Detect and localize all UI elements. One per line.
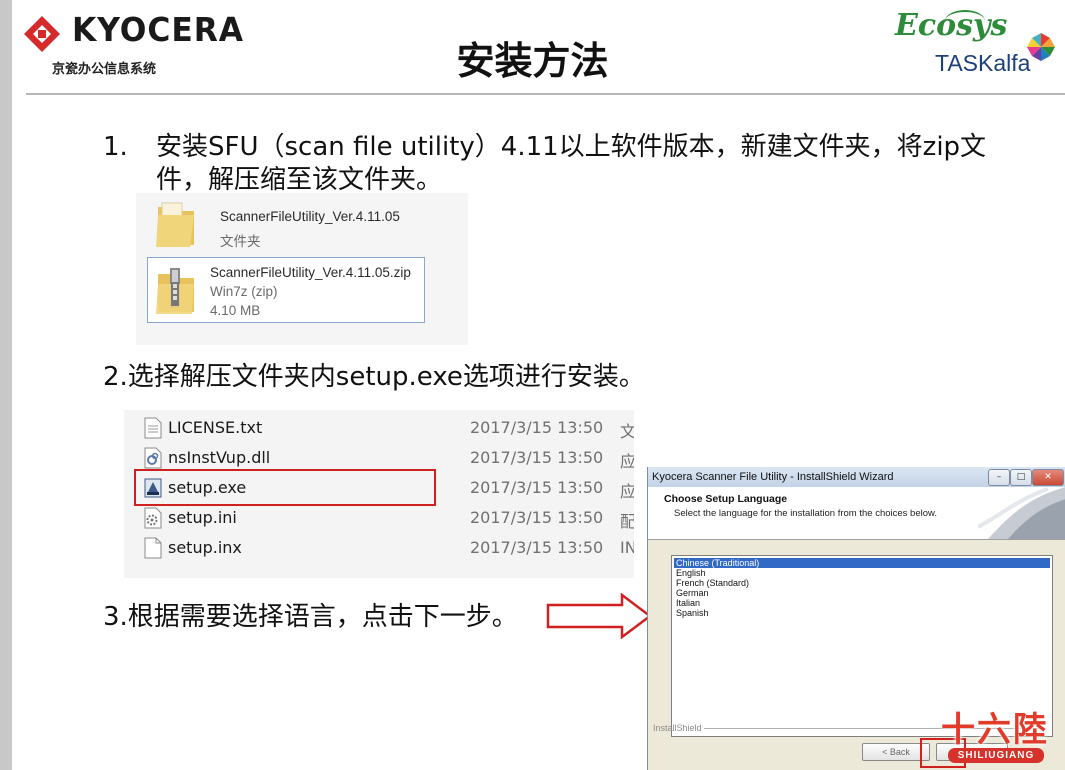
step1-text-line1: 安装SFU（scan file utility）4.11以上软件版本，新建文件夹… [156,132,987,162]
file-name: setup.inx [168,538,242,557]
minimize-icon[interactable]: – [988,469,1010,486]
settings-file-icon [144,507,162,529]
watermark-subtext: SHILIUGIANG [948,748,1044,763]
close-icon[interactable]: ✕ [1032,469,1064,486]
taskalfa-logo: TASKalfa [935,50,1031,76]
maximize-icon[interactable]: □ [1010,469,1032,486]
language-option[interactable]: Italian [674,598,1050,608]
file-type: IN [620,538,634,557]
file-name: nsInstVup.dll [168,448,271,467]
file-row[interactable]: nsInstVup.dll 2017/3/15 13:50 应 [124,442,634,472]
language-option[interactable]: German [674,588,1050,598]
file-row[interactable]: setup.inx 2017/3/15 13:50 IN [124,532,634,562]
zip-file-item[interactable]: ScannerFileUtility_Ver.4.11.05.zip Win7z… [147,257,425,323]
step1-number: 1. [103,132,128,162]
step2-text: 2.选择解压文件夹内setup.exe选项进行安装。 [103,362,645,392]
zip-archive-icon [156,268,194,314]
setup-exe-highlight [134,469,436,506]
file-type: 配 [620,512,634,531]
folder-name: ScannerFileUtility_Ver.4.11.05 [220,209,400,224]
explorer-folder-view: ScannerFileUtility_Ver.4.11.05 文件夹 Scann… [136,193,468,345]
file-date: 2017/3/15 13:50 [470,478,604,497]
file-row[interactable]: setup.ini 2017/3/15 13:50 配 [124,502,634,532]
dialog-title: Kyocera Scanner File Utility - InstallSh… [652,471,894,483]
dll-file-icon [144,447,162,469]
step3-text: 3.根据需要选择语言，点击下一步。 [103,602,518,632]
language-option[interactable]: English [674,568,1050,578]
folder-icon [156,202,194,247]
dialog-subheading: Select the language for the installation… [674,508,937,519]
language-option[interactable]: French (Standard) [674,578,1050,588]
zip-file-type: Win7z (zip) [210,284,278,299]
file-type: 应 [620,452,634,471]
dialog-header-panel: Choose Setup Language Select the languag… [648,487,1065,540]
wizard-graphic-icon [978,487,1065,539]
taskalfa-pinwheel-icon [1027,33,1055,61]
zip-file-size: 4.10 MB [210,303,261,318]
installshield-label: InstallShield [653,723,702,733]
dialog-heading: Choose Setup Language [664,493,788,505]
text-file-icon [144,417,162,439]
file-name: setup.ini [168,508,237,527]
zip-file-name: ScannerFileUtility_Ver.4.11.05.zip [210,265,411,280]
folder-type: 文件夹 [220,234,261,249]
ecosys-arc-icon [945,10,985,32]
file-type: 文 [620,422,634,441]
folder-item[interactable]: ScannerFileUtility_Ver.4.11.05 文件夹 [146,197,426,255]
watermark-text: 十六陸 [941,710,1049,750]
header-divider [26,93,1065,95]
right-arrow-icon [546,593,652,639]
file-date: 2017/3/15 13:50 [470,448,604,467]
file-row[interactable]: LICENSE.txt 2017/3/15 13:50 文 [124,412,634,442]
file-name: LICENSE.txt [168,418,263,437]
watermark: 十六陸 SHILIUGIANG [930,700,1060,768]
file-date: 2017/3/15 13:50 [470,418,604,437]
language-option[interactable]: Chinese (Traditional) [674,558,1050,568]
blank-file-icon [144,537,162,559]
file-date: 2017/3/15 13:50 [470,508,604,527]
file-type: 应 [620,482,634,501]
dialog-titlebar: Kyocera Scanner File Utility - InstallSh… [648,467,1065,487]
file-date: 2017/3/15 13:50 [470,538,604,557]
language-option[interactable]: Spanish [674,608,1050,618]
